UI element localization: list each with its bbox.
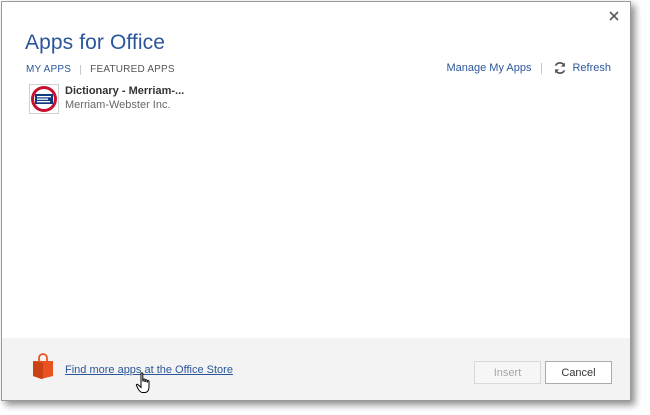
tab-divider (80, 64, 82, 75)
app-info: Dictionary - Merriam-... Merriam-Webster… (65, 84, 184, 112)
cancel-button[interactable]: Cancel (545, 361, 612, 384)
insert-button[interactable]: Insert (474, 361, 541, 384)
apps-for-office-dialog: Apps for Office MY APPS FEATURED APPS Ma… (1, 1, 631, 401)
app-name: Dictionary - Merriam-... (65, 85, 185, 97)
close-button[interactable] (606, 8, 622, 24)
tab-featured-apps[interactable]: FEATURED APPS (90, 64, 175, 75)
office-store-bag-icon (33, 353, 53, 379)
dialog-title: Apps for Office (25, 31, 166, 54)
app-publisher: Merriam-Webster Inc. (65, 99, 171, 111)
close-icon (609, 11, 619, 21)
tab-my-apps[interactable]: MY APPS (26, 64, 71, 75)
merriam-webster-logo-icon (29, 84, 59, 114)
header-actions: Manage My Apps Refresh (446, 61, 611, 75)
refresh-button[interactable]: Refresh (553, 61, 611, 75)
hand-cursor-icon (135, 372, 150, 393)
app-tabs: MY APPS FEATURED APPS (26, 64, 175, 75)
screen: Apps for Office MY APPS FEATURED APPS Ma… (0, 0, 650, 415)
refresh-label: Refresh (572, 62, 611, 74)
dialog-footer: Find more apps at the Office Store Inser… (2, 338, 630, 400)
refresh-icon (555, 62, 566, 74)
app-list-item[interactable]: Dictionary - Merriam-... Merriam-Webster… (29, 84, 184, 114)
action-divider (541, 62, 543, 74)
manage-my-apps-link[interactable]: Manage My Apps (446, 62, 531, 74)
